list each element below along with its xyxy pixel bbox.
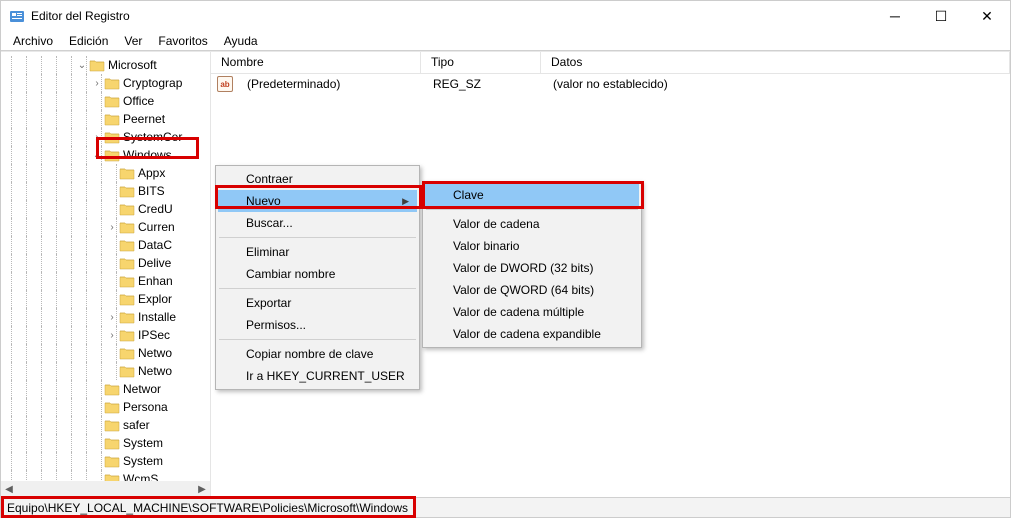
maximize-button[interactable]: ☐ [918, 1, 964, 31]
tree-label: Office [123, 94, 154, 108]
col-type[interactable]: Tipo [421, 52, 541, 73]
ctx-separator [219, 288, 416, 289]
ctx-permissions[interactable]: Permisos... [218, 314, 417, 336]
ctx-export[interactable]: Exportar [218, 292, 417, 314]
value-name: (Predeterminado) [237, 77, 423, 91]
tree-node[interactable]: Appx [1, 164, 210, 182]
menu-help[interactable]: Ayuda [216, 32, 266, 50]
ctx-collapse[interactable]: Contraer [218, 168, 417, 190]
tree-node[interactable]: ›Cryptograp [1, 74, 210, 92]
window-controls: ─ ☐ ✕ [872, 1, 1010, 31]
close-button[interactable]: ✕ [964, 1, 1010, 31]
ctx-copy-key[interactable]: Copiar nombre de clave [218, 343, 417, 365]
tree-label: IPSec [138, 328, 170, 342]
tree-label: Installe [138, 310, 176, 324]
sub-string[interactable]: Valor de cadena [425, 213, 639, 235]
tree-node[interactable]: Explor [1, 290, 210, 308]
ctx-delete[interactable]: Eliminar [218, 241, 417, 263]
window-title: Editor del Registro [31, 9, 872, 23]
ctx-goto-hkcu[interactable]: Ir a HKEY_CURRENT_USER [218, 365, 417, 387]
sub-dword[interactable]: Valor de DWORD (32 bits) [425, 257, 639, 279]
tree-label: Delive [138, 256, 171, 270]
tree-node[interactable]: Delive [1, 254, 210, 272]
tree-label: Explor [138, 292, 172, 306]
ctx-new[interactable]: Nuevo [218, 190, 417, 212]
tree-label: Peernet [123, 112, 165, 126]
menu-edit[interactable]: Edición [61, 32, 116, 50]
statusbar: Equipo\HKEY_LOCAL_MACHINE\SOFTWARE\Polic… [1, 497, 1010, 517]
menu-favorites[interactable]: Favoritos [150, 32, 215, 50]
tree-node[interactable]: ›Installe [1, 308, 210, 326]
tree-hscrollbar[interactable]: ◀ ▶ [1, 481, 210, 497]
tree-label: DataC [138, 238, 172, 252]
sub-binary[interactable]: Valor binario [425, 235, 639, 257]
tree-label: Enhan [138, 274, 173, 288]
tree-label: CredU [138, 202, 173, 216]
tree-node[interactable]: ⌄Windows [1, 146, 210, 164]
tree-node[interactable]: ›Curren [1, 218, 210, 236]
ctx-separator [219, 339, 416, 340]
tree-label: System [123, 454, 163, 468]
menu-file[interactable]: Archivo [5, 32, 61, 50]
tree-label: SystemCer [123, 130, 182, 144]
tree-node[interactable]: System [1, 434, 210, 452]
tree-node[interactable]: CredU [1, 200, 210, 218]
tree-node[interactable]: Persona [1, 398, 210, 416]
scroll-track[interactable] [17, 481, 194, 497]
value-row[interactable]: ab (Predeterminado) REG_SZ (valor no est… [211, 74, 1010, 94]
context-submenu-new: Clave Valor de cadena Valor binario Valo… [422, 181, 642, 348]
tree-node[interactable]: Netwo [1, 362, 210, 380]
tree-label: Cryptograp [123, 76, 182, 90]
tree-label: Netwo [138, 346, 172, 360]
col-data[interactable]: Datos [541, 52, 1010, 73]
values-header: Nombre Tipo Datos [211, 52, 1010, 74]
menu-view[interactable]: Ver [116, 32, 150, 50]
tree-label: Networ [123, 382, 161, 396]
sub-multi[interactable]: Valor de cadena múltiple [425, 301, 639, 323]
tree-node[interactable]: Networ [1, 380, 210, 398]
tree-label: Curren [138, 220, 175, 234]
tree-node[interactable]: BITS [1, 182, 210, 200]
tree-node[interactable]: ›SystemCer [1, 128, 210, 146]
ctx-separator [219, 237, 416, 238]
tree-label: System [123, 436, 163, 450]
string-value-icon: ab [217, 76, 233, 92]
tree-label: Netwo [138, 364, 172, 378]
app-icon [9, 8, 25, 24]
menubar: Archivo Edición Ver Favoritos Ayuda [1, 31, 1010, 51]
value-type: REG_SZ [423, 77, 543, 91]
tree-panel[interactable]: ⌄Microsoft›Cryptograp Office Peernet ›Syste… [1, 52, 211, 497]
value-data: (valor no establecido) [543, 77, 1010, 91]
tree-label: Microsoft [108, 58, 157, 72]
tree-label: BITS [138, 184, 165, 198]
ctx-find[interactable]: Buscar... [218, 212, 417, 234]
tree-node[interactable]: ›IPSec [1, 326, 210, 344]
ctx-rename[interactable]: Cambiar nombre [218, 263, 417, 285]
ctx-separator [426, 209, 638, 210]
tree-label: safer [123, 418, 150, 432]
tree-node[interactable]: System [1, 452, 210, 470]
tree-node[interactable]: DataC [1, 236, 210, 254]
tree-node[interactable]: safer [1, 416, 210, 434]
tree-node[interactable]: ⌄Microsoft [1, 56, 210, 74]
scroll-right-icon[interactable]: ▶ [194, 481, 210, 497]
sub-key[interactable]: Clave [425, 184, 639, 206]
tree-node[interactable]: Enhan [1, 272, 210, 290]
scroll-left-icon[interactable]: ◀ [1, 481, 17, 497]
tree-label: Windows [123, 148, 172, 162]
sub-expand[interactable]: Valor de cadena expandible [425, 323, 639, 345]
titlebar: Editor del Registro ─ ☐ ✕ [1, 1, 1010, 31]
context-menu: Contraer Nuevo Buscar... Eliminar Cambia… [215, 165, 420, 390]
tree-node[interactable]: Peernet [1, 110, 210, 128]
minimize-button[interactable]: ─ [872, 1, 918, 31]
status-path: Equipo\HKEY_LOCAL_MACHINE\SOFTWARE\Polic… [7, 501, 408, 515]
tree-node[interactable]: Office [1, 92, 210, 110]
col-name[interactable]: Nombre [211, 52, 421, 73]
tree-label: Appx [138, 166, 165, 180]
tree-node[interactable]: Netwo [1, 344, 210, 362]
tree-label: Persona [123, 400, 168, 414]
sub-qword[interactable]: Valor de QWORD (64 bits) [425, 279, 639, 301]
